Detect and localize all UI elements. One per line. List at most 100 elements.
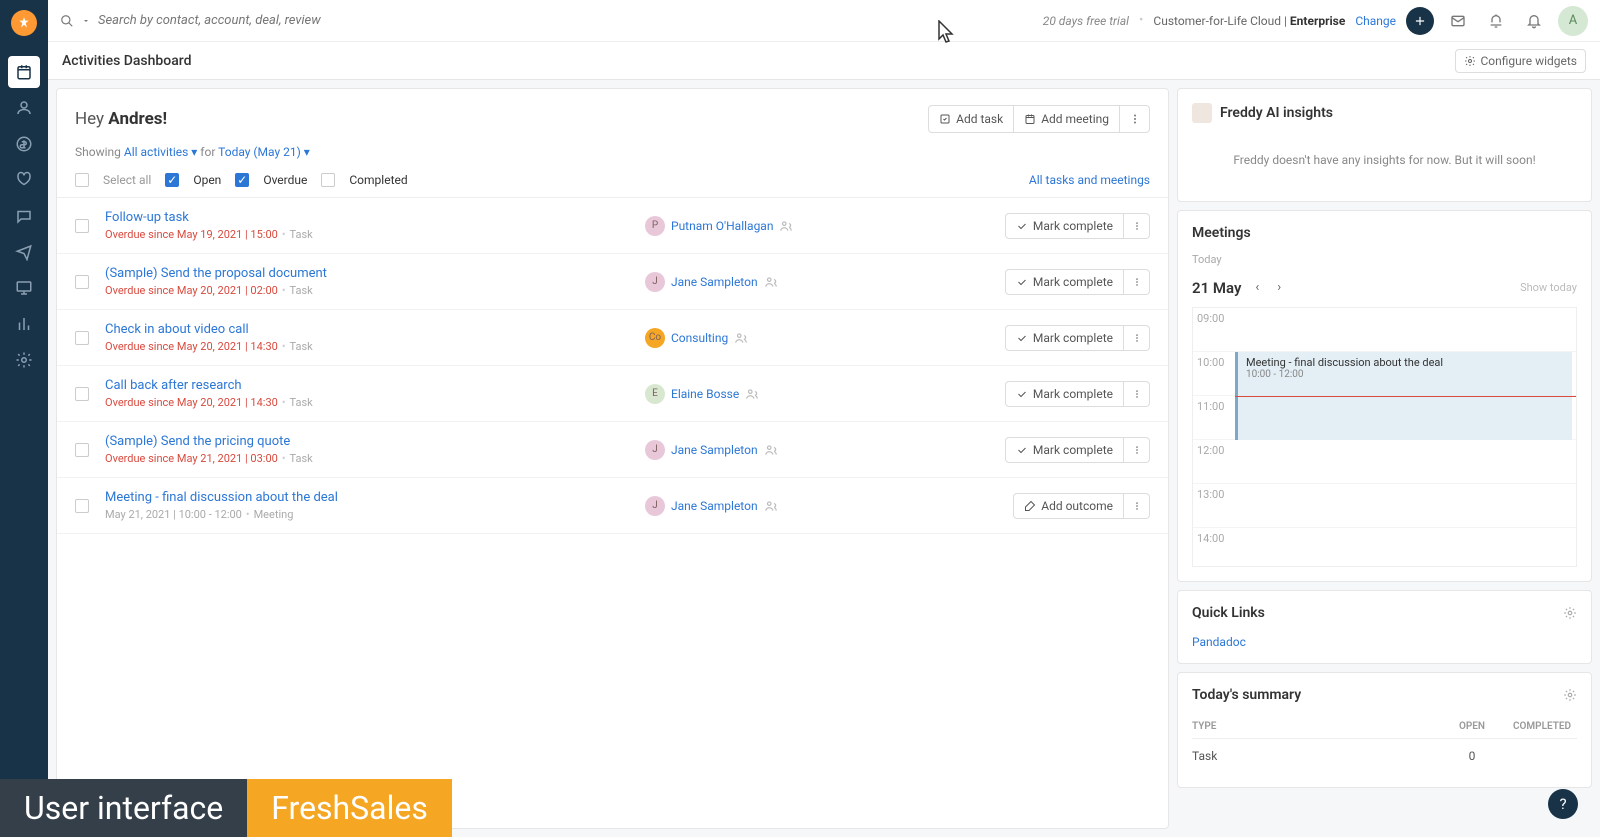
add-task-button[interactable]: Add task <box>928 105 1014 133</box>
time-slot[interactable] <box>1235 308 1576 351</box>
row-checkbox[interactable] <box>75 275 89 289</box>
contact-link[interactable]: Elaine Bosse <box>671 387 739 401</box>
panel-more-button[interactable] <box>1120 105 1150 133</box>
quicklinks-settings-icon[interactable] <box>1563 606 1577 620</box>
search-icon[interactable] <box>60 14 74 28</box>
contact-link[interactable]: Jane Sampleton <box>671 275 758 289</box>
freddy-icon <box>1192 103 1212 123</box>
caption-banner: User interface FreshSales <box>0 779 452 837</box>
alert-icon[interactable] <box>1482 7 1510 35</box>
summary-row: Task 0 <box>1192 739 1577 773</box>
activity-title-link[interactable]: (Sample) Send the proposal document <box>105 266 645 281</box>
contact-link[interactable]: Jane Sampleton <box>671 499 758 513</box>
nav-messages-icon[interactable] <box>8 200 40 232</box>
mark-complete-button[interactable]: Mark complete <box>1005 269 1124 295</box>
nav-contacts-icon[interactable] <box>8 92 40 124</box>
mark-complete-button[interactable]: Mark complete <box>1005 213 1124 239</box>
summary-col-type: TYPE <box>1192 721 1437 732</box>
activity-row: Meeting - final discussion about the dea… <box>57 478 1168 534</box>
nav-reports-icon[interactable] <box>8 308 40 340</box>
people-icon <box>745 387 759 401</box>
contact-avatar: E <box>645 384 665 404</box>
search-input[interactable] <box>98 13 398 28</box>
activity-title-link[interactable]: Call back after research <box>105 378 645 393</box>
select-all-checkbox[interactable] <box>75 173 89 187</box>
freddy-empty-text: Freddy doesn't have any insights for now… <box>1192 123 1577 187</box>
row-checkbox[interactable] <box>75 331 89 345</box>
user-avatar[interactable]: A <box>1558 6 1588 36</box>
row-checkbox[interactable] <box>75 387 89 401</box>
nav-campaigns-icon[interactable] <box>8 236 40 268</box>
chevron-down-icon[interactable] <box>82 17 90 25</box>
configure-widgets-button[interactable]: Configure widgets <box>1455 49 1586 73</box>
time-label: 11:00 <box>1193 396 1235 439</box>
time-label: 10:00 <box>1193 352 1235 395</box>
time-label: 14:00 <box>1193 528 1235 567</box>
activity-row: Follow-up task Overdue since May 19, 202… <box>57 198 1168 254</box>
nav-monitor-icon[interactable] <box>8 272 40 304</box>
row-more-button[interactable] <box>1124 269 1150 295</box>
nav-heart-icon[interactable] <box>8 164 40 196</box>
cal-next-button[interactable]: › <box>1273 278 1285 297</box>
app-logo[interactable] <box>11 10 37 36</box>
nav-settings-icon[interactable] <box>8 344 40 376</box>
contact-link[interactable]: Jane Sampleton <box>671 443 758 457</box>
mark-complete-button[interactable]: Mark complete <box>1005 437 1124 463</box>
activity-title-link[interactable]: Meeting - final discussion about the dea… <box>105 490 645 505</box>
row-more-button[interactable] <box>1124 381 1150 407</box>
quick-links-widget: Quick Links Pandadoc <box>1177 590 1592 664</box>
today-label: Today <box>1192 253 1577 266</box>
summary-col-completed: COMPLETED <box>1507 721 1577 732</box>
calendar-grid[interactable]: 09:0010:0011:0012:0013:0014:00 Meeting -… <box>1192 307 1577 567</box>
people-icon <box>764 443 778 457</box>
now-indicator <box>1235 396 1576 397</box>
help-button[interactable]: ? <box>1548 789 1578 819</box>
add-meeting-button[interactable]: Add meeting <box>1014 105 1120 133</box>
people-icon <box>734 331 748 345</box>
activity-meta: Overdue since May 20, 2021 | 02:00•Task <box>105 284 645 297</box>
nav-activities-icon[interactable] <box>8 56 40 88</box>
time-slot[interactable] <box>1235 440 1576 483</box>
bell-icon[interactable] <box>1520 7 1548 35</box>
filter-date-dropdown[interactable]: Today (May 21) ▾ <box>218 145 310 159</box>
row-more-button[interactable] <box>1124 493 1150 519</box>
add-button[interactable] <box>1406 7 1434 35</box>
plan-text: Customer-for-Life Cloud | Enterprise <box>1153 14 1345 28</box>
nav-deals-icon[interactable] <box>8 128 40 160</box>
change-plan-link[interactable]: Change <box>1355 14 1396 28</box>
filter-activities-dropdown[interactable]: All activities ▾ <box>124 145 197 159</box>
contact-avatar: J <box>645 440 665 460</box>
row-checkbox[interactable] <box>75 219 89 233</box>
row-more-button[interactable] <box>1124 437 1150 463</box>
row-checkbox[interactable] <box>75 499 89 513</box>
add-outcome-button[interactable]: Add outcome <box>1013 493 1124 519</box>
right-panel: Freddy AI insights Freddy doesn't have a… <box>1177 88 1592 829</box>
contact-link[interactable]: Consulting <box>671 331 728 345</box>
summary-settings-icon[interactable] <box>1563 688 1577 702</box>
row-checkbox[interactable] <box>75 443 89 457</box>
row-more-button[interactable] <box>1124 213 1150 239</box>
cal-prev-button[interactable]: ‹ <box>1251 278 1263 297</box>
activity-title-link[interactable]: Follow-up task <box>105 210 645 225</box>
all-tasks-link[interactable]: All tasks and meetings <box>1029 173 1150 187</box>
select-all-label: Select all <box>103 173 151 187</box>
activity-row: Call back after research Overdue since M… <box>57 366 1168 422</box>
time-slot[interactable] <box>1235 528 1576 567</box>
activity-title-link[interactable]: Check in about video call <box>105 322 645 337</box>
time-label: 12:00 <box>1193 440 1235 483</box>
mark-complete-button[interactable]: Mark complete <box>1005 325 1124 351</box>
contact-link[interactable]: Putnam O'Hallagan <box>671 219 773 233</box>
completed-checkbox[interactable] <box>321 173 335 187</box>
summary-widget: Today's summary TYPE OPEN COMPLETED Task… <box>1177 672 1592 788</box>
overdue-checkbox[interactable]: ✓ <box>235 173 249 187</box>
mail-icon[interactable] <box>1444 7 1472 35</box>
people-icon <box>764 499 778 513</box>
time-slot[interactable] <box>1235 484 1576 527</box>
activity-row: Check in about video call Overdue since … <box>57 310 1168 366</box>
activity-title-link[interactable]: (Sample) Send the pricing quote <box>105 434 645 449</box>
open-checkbox[interactable]: ✓ <box>165 173 179 187</box>
row-more-button[interactable] <box>1124 325 1150 351</box>
show-today-link[interactable]: Show today <box>1520 281 1577 294</box>
mark-complete-button[interactable]: Mark complete <box>1005 381 1124 407</box>
quicklink-item[interactable]: Pandadoc <box>1192 635 1577 649</box>
